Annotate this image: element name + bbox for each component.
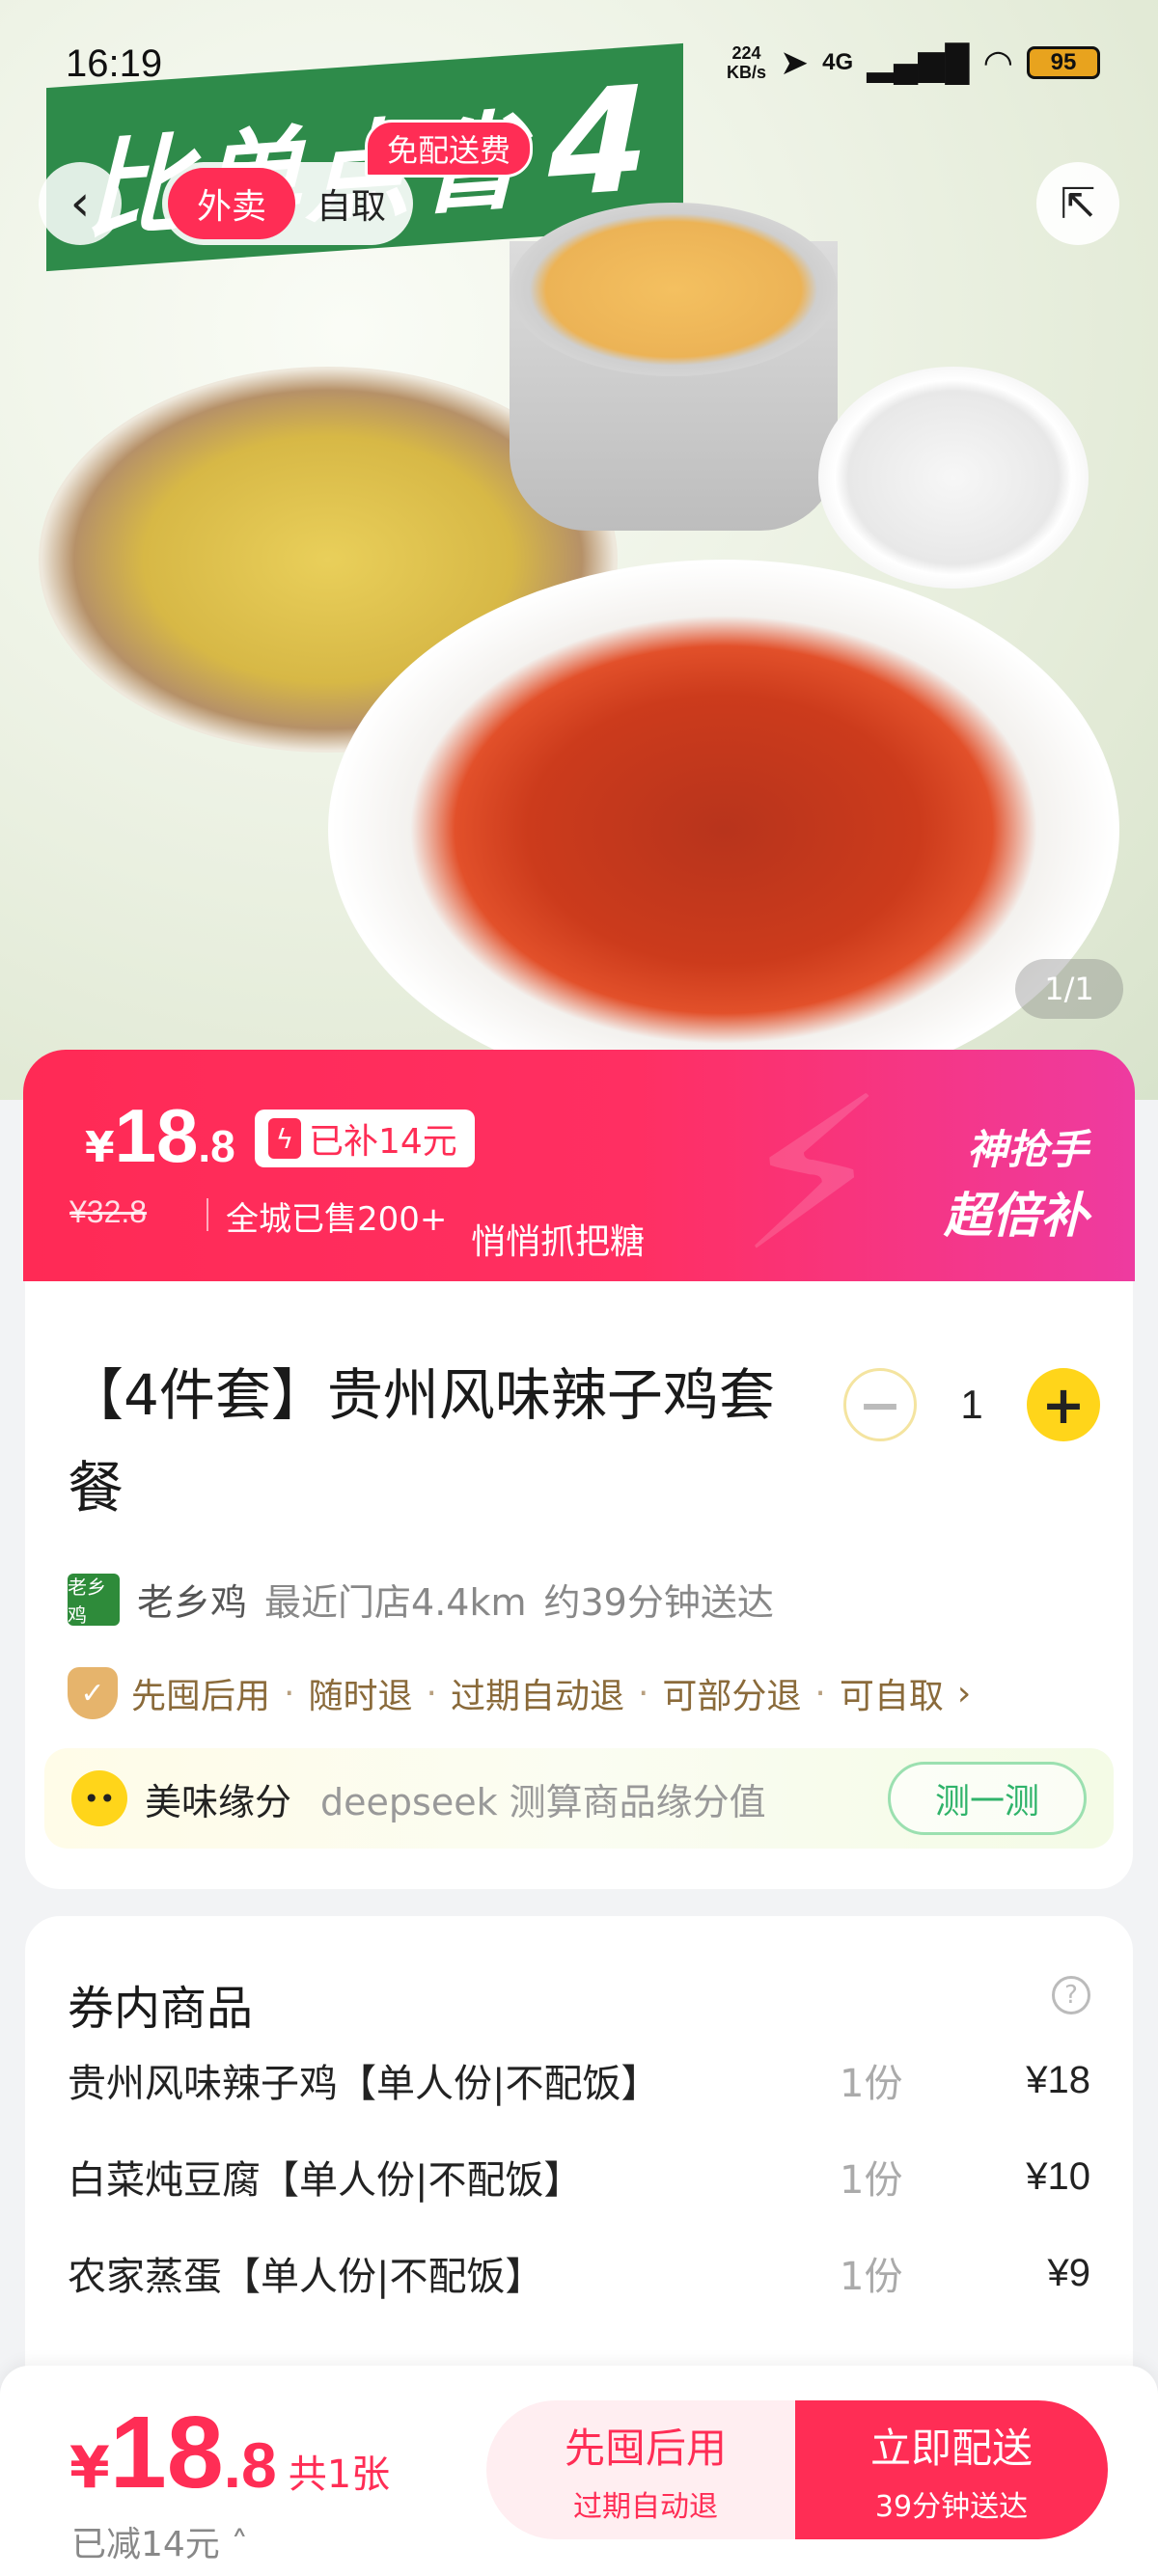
button-label: 先囤后用: [564, 2424, 727, 2472]
separator-dot: ·: [637, 1673, 649, 1713]
product-image-carousel[interactable]: 比单点省 4元 1/1: [0, 0, 1158, 1100]
promo-price-banner: ⚡ ¥ 18 .8 ϟ 已补14元 ¥32.8 全城已售200+ 悄悄抓把糖 神…: [23, 1050, 1135, 1281]
delivery-time: 约39分钟送达: [543, 1581, 774, 1624]
item-count: 1份: [840, 2255, 903, 2299]
image-counter: 1/1: [1015, 959, 1123, 1019]
chevron-left-icon: ‹: [69, 175, 91, 233]
separator-dot: ·: [284, 1673, 295, 1713]
guarantee-item: 可部分退: [662, 1677, 802, 1716]
price-decimal: .8: [198, 1121, 235, 1171]
quantity-stepper[interactable]: − 1 +: [843, 1368, 1100, 1441]
share-icon: ⇱: [1060, 178, 1096, 229]
shield-check-icon: ✓: [68, 1667, 118, 1719]
store-info[interactable]: 老乡鸡 老乡鸡 最近门店4.4km 约39分钟送达: [68, 1573, 774, 1627]
location-arrow-icon: ➤: [780, 42, 810, 82]
promo-price: ¥ 18 .8: [85, 1092, 235, 1180]
slogan-line1: 神抢手: [966, 1126, 1089, 1173]
subsidy-text: 已补14元: [309, 1122, 457, 1162]
mode-delivery-tab[interactable]: 外卖: [168, 168, 295, 239]
sold-count: 全城已售200+: [226, 1200, 448, 1239]
list-item: 农家蒸蛋【单人份|不配饭】 1份 ¥9: [68, 2244, 1090, 2302]
deliver-now-button[interactable]: 立即配送 39分钟送达: [795, 2400, 1108, 2539]
price-integer: 18: [114, 1093, 199, 1178]
sticker-text: 悄悄抓把糖: [471, 1222, 646, 1262]
free-delivery-badge: 免配送费: [365, 120, 534, 178]
item-name: 白菜炖豆腐【单人份|不配饭】: [68, 2158, 583, 2203]
status-bar: 16:19 224 KB/s ➤ 4G ▂▄▆█ ◠ 95: [66, 42, 1100, 100]
mode-pickup-tab[interactable]: 自取: [295, 168, 407, 239]
network-speed-value: 224: [731, 43, 761, 63]
network-speed: 224 KB/s: [727, 43, 766, 82]
guarantee-item: 随时退: [308, 1677, 413, 1716]
separator-dot: ·: [426, 1673, 437, 1713]
increase-button[interactable]: +: [1027, 1368, 1100, 1441]
list-item: 贵州风味辣子鸡【单人份|不配饭】 1份 ¥18: [68, 2051, 1090, 2109]
currency-symbol: ¥: [85, 1123, 115, 1172]
item-name: 农家蒸蛋【单人份|不配饭】: [68, 2255, 544, 2299]
guarantee-item: 过期自动退: [450, 1677, 624, 1716]
discount-detail-toggle[interactable]: 已减14元 ˄: [71, 2516, 248, 2566]
subsidy-badge: ϟ 已补14元: [255, 1110, 475, 1167]
buy-now-use-later-button[interactable]: 先囤后用 过期自动退: [486, 2400, 805, 2539]
guarantee-item: 先囤后用: [131, 1677, 271, 1716]
status-time: 16:19: [66, 42, 163, 85]
share-button[interactable]: ⇱: [1036, 162, 1119, 245]
product-info-card: 【4件套】贵州风味辣子鸡套餐 − 1 + 老乡鸡 老乡鸡 最近门店4.4km 约…: [25, 1281, 1133, 1889]
item-price: ¥18: [1026, 2058, 1090, 2101]
wifi-icon: ◠: [982, 42, 1013, 82]
original-price: ¥32.8: [69, 1194, 148, 1229]
item-name: 贵州风味辣子鸡【单人份|不配饭】: [68, 2062, 660, 2106]
help-icon[interactable]: ?: [1052, 1976, 1090, 2014]
network-speed-unit: KB/s: [726, 63, 766, 82]
test-match-button[interactable]: 测一测: [888, 1762, 1087, 1835]
store-name: 老乡鸡: [137, 1581, 248, 1624]
cell-signal-icon: ▂▄▆█: [867, 42, 970, 82]
heart-face-icon: ••: [71, 1770, 127, 1826]
voucher-count: 共1张: [288, 2453, 391, 2497]
currency-symbol: ¥: [69, 2434, 110, 2502]
item-count: 1份: [840, 2062, 903, 2106]
chevron-up-icon: ˄: [231, 2525, 249, 2564]
item-count: 1份: [840, 2158, 903, 2203]
fate-label: 美味缘分: [145, 1780, 292, 1823]
network-type: 4G: [822, 49, 854, 75]
product-title: 【4件套】贵州风味辣子鸡套餐: [68, 1362, 775, 1521]
battery-icon: 95: [1027, 46, 1100, 79]
guarantee-item: 可自取: [839, 1677, 944, 1716]
item-price: ¥9: [1047, 2251, 1091, 2294]
spicy-chicken-dish-image: [328, 560, 1119, 1100]
item-price: ¥10: [1026, 2154, 1090, 2198]
decrease-button[interactable]: −: [843, 1368, 917, 1441]
section-title: 券内商品: [68, 1982, 254, 2036]
store-distance: 最近门店4.4km: [264, 1581, 527, 1624]
button-label: 立即配送: [869, 2424, 1033, 2472]
list-item: 白菜炖豆腐【单人份|不配饭】 1份 ¥10: [68, 2148, 1090, 2206]
back-button[interactable]: ‹: [39, 162, 122, 245]
fate-match-bar: •• 美味缘分 deepseek 测算商品缘分值 测一测: [44, 1748, 1114, 1849]
fate-description: deepseek 测算商品缘分值: [320, 1780, 766, 1823]
button-sublabel: 过期自动退: [573, 2489, 718, 2524]
rice-bowl-image: [818, 367, 1089, 589]
lightning-decoration-icon: ⚡: [737, 1052, 887, 1281]
divider: [207, 1198, 208, 1231]
steamed-egg-dish-image: [510, 203, 838, 531]
quantity-value: 1: [960, 1382, 983, 1427]
separator-dot: ·: [814, 1673, 826, 1713]
price-decimal: .8: [223, 2429, 277, 2501]
lightning-icon: ϟ: [268, 1118, 301, 1159]
minus-icon: −: [858, 1374, 902, 1436]
saved-amount: 已减14元: [71, 2525, 220, 2564]
button-sublabel: 39分钟送达: [874, 2489, 1029, 2524]
service-guarantees[interactable]: ✓ 先囤后用 · 随时退 · 过期自动退 · 可部分退 · 可自取 ›: [68, 1667, 971, 1719]
checkout-bar: ¥ 18 .8 共1张 已减14元 ˄ 先囤后用 过期自动退 立即配送 39分钟…: [0, 2366, 1158, 2576]
slogan-line2: 超倍补: [944, 1188, 1089, 1244]
plus-icon: +: [1041, 1374, 1086, 1436]
price-integer: 18: [109, 2396, 224, 2509]
chevron-right-icon: ›: [956, 1673, 972, 1713]
total-price: ¥ 18 .8 共1张: [69, 2395, 390, 2511]
store-logo: 老乡鸡: [68, 1573, 120, 1627]
